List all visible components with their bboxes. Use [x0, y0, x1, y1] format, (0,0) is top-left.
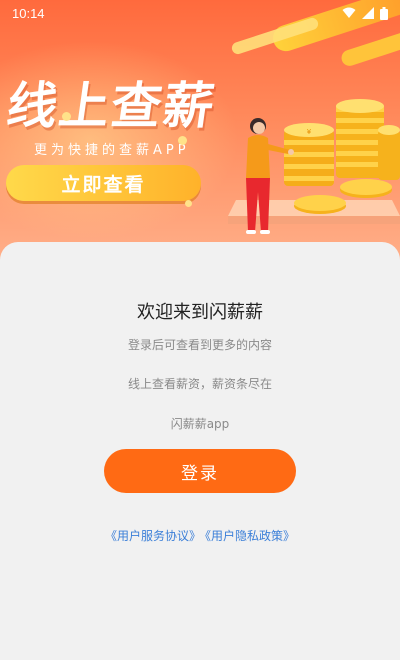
- svg-text:¥: ¥: [307, 128, 312, 136]
- decor-dot: [62, 112, 71, 121]
- decor-streak: [339, 28, 400, 68]
- banner-headline: 线上查薪: [3, 77, 220, 135]
- agreement-links: 《用户服务协议》 《用户隐私政策》: [0, 527, 400, 544]
- welcome-description-line: 线上查看薪资，薪资条尽在: [127, 377, 272, 391]
- welcome-title: 欢迎来到闪薪薪: [137, 302, 263, 323]
- decor-dot: [178, 136, 187, 145]
- welcome-description-line: 闪薪薪app: [170, 417, 230, 431]
- battery-icon: [380, 6, 388, 20]
- wifi-icon: [342, 7, 356, 18]
- user-service-agreement-link[interactable]: 《用户服务协议》: [105, 529, 201, 543]
- welcome-description-line: 登录后可查看到更多的内容: [127, 338, 272, 352]
- status-bar: 10:14: [0, 0, 400, 26]
- coin-stack-icon: [336, 99, 400, 180]
- login-button[interactable]: 登录: [104, 449, 296, 493]
- decor-dot: [185, 200, 192, 207]
- banner-subline: 更为快捷的查薪APP: [34, 143, 190, 158]
- status-time: 10:14: [12, 5, 45, 21]
- signal-icon: [362, 7, 374, 19]
- privacy-policy-link[interactable]: 《用户隐私政策》: [205, 529, 295, 543]
- view-now-button[interactable]: 立即查看: [6, 165, 201, 201]
- person-with-coins-illustration: ¥: [228, 99, 400, 234]
- promo-banner: 线上查薪 更为快捷的查薪APP 立即查看 ¥: [0, 0, 400, 265]
